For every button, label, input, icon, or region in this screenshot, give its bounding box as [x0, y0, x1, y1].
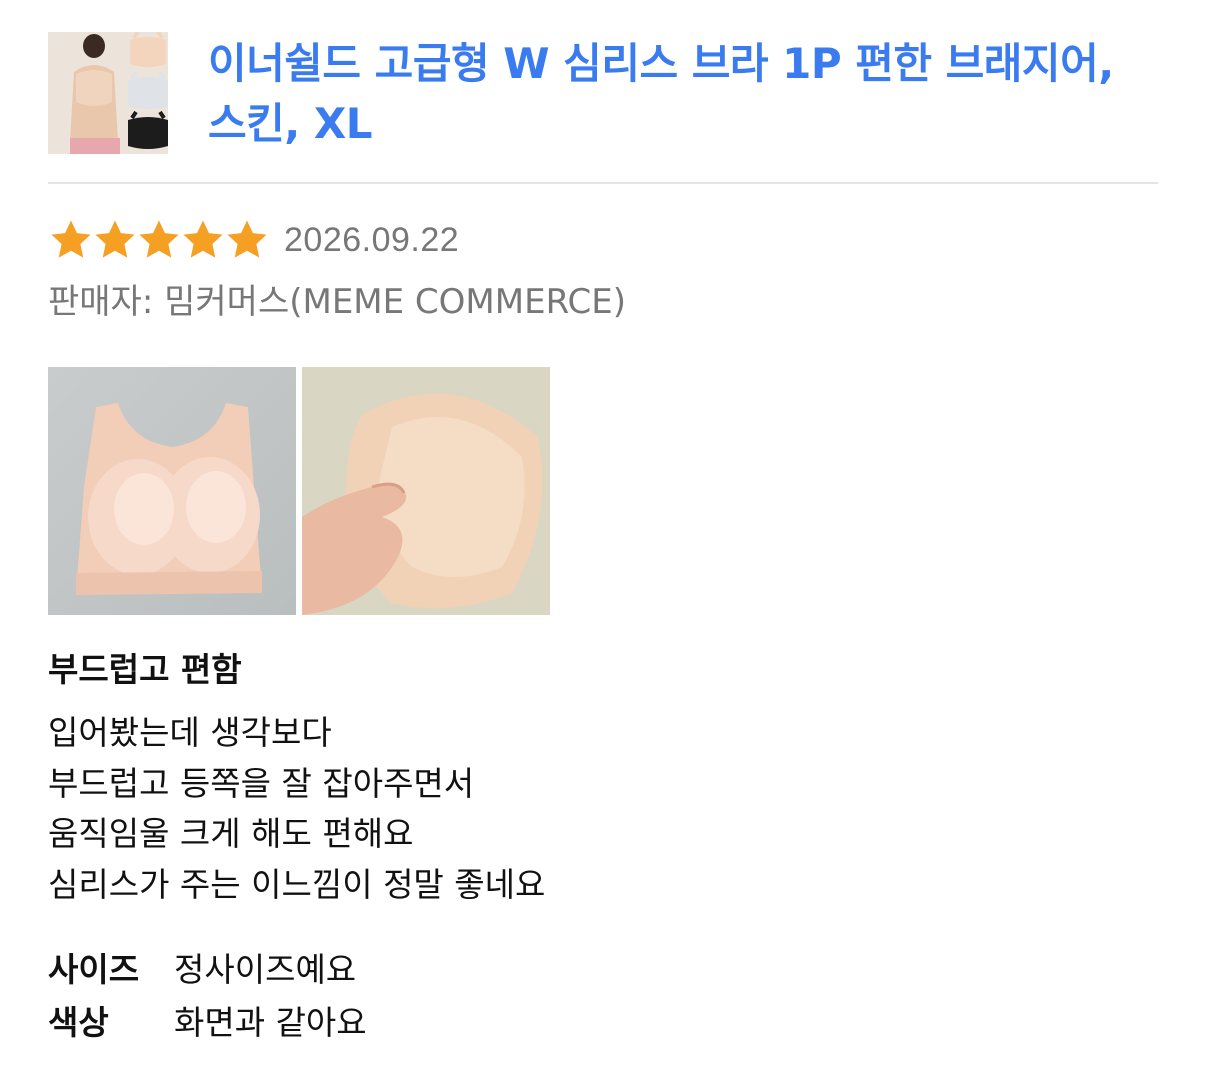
star-icon	[51, 220, 91, 258]
star-icon	[95, 220, 135, 258]
attribute-label: 사이즈	[48, 950, 140, 989]
star-icon	[183, 220, 223, 258]
star-icon	[139, 220, 179, 258]
attribute-label: 색상	[48, 1003, 109, 1042]
rating-row: 2026.09.22	[48, 216, 459, 264]
review-body: 입어봤는데 생각보다 부드럽고 등쪽을 잘 잡아주면서 움직임울 크게 해도 편…	[48, 708, 545, 910]
attribute-value: 정사이즈예요	[174, 950, 357, 989]
review-photo-image	[48, 367, 296, 615]
review-body-line: 움직임울 크게 해도 편해요	[48, 814, 414, 853]
product-title-link[interactable]: 이너쉴드 고급형 W 심리스 브라 1P 편한 브래지어, 스킨, XL	[208, 34, 1158, 154]
attribute-row-size: 사이즈 정사이즈예요	[48, 943, 367, 996]
attribute-value: 화면과 같아요	[174, 1003, 367, 1042]
review-body-line: 입어봤는데 생각보다	[48, 713, 332, 752]
review-attributes: 사이즈 정사이즈예요 색상 화면과 같아요	[48, 943, 367, 1049]
seller-name: 판매자: 밈커머스(MEME COMMERCE)	[48, 282, 627, 322]
review-photo-bra-flat[interactable]	[48, 367, 296, 615]
attribute-row-color: 색상 화면과 같아요	[48, 996, 367, 1049]
review-body-line: 심리스가 주는 이느낌이 정말 좋네요	[48, 864, 546, 904]
review-photo-image	[302, 367, 550, 615]
star-icon	[227, 220, 267, 258]
review-date: 2026.09.22	[284, 220, 460, 259]
review-photos	[48, 367, 550, 615]
review-photo-cup-detail[interactable]	[302, 367, 550, 615]
review-heading: 부드럽고 편함	[48, 650, 242, 689]
product-thumbnail-image	[48, 32, 168, 154]
header-divider	[48, 182, 1158, 184]
product-header: 이너쉴드 고급형 W 심리스 브라 1P 편한 브래지어, 스킨, XL	[48, 30, 1158, 154]
review-body-line: 부드럽고 등쪽을 잘 잡아주면서	[48, 763, 475, 803]
star-rating	[48, 217, 268, 263]
product-thumbnail[interactable]	[48, 32, 168, 154]
